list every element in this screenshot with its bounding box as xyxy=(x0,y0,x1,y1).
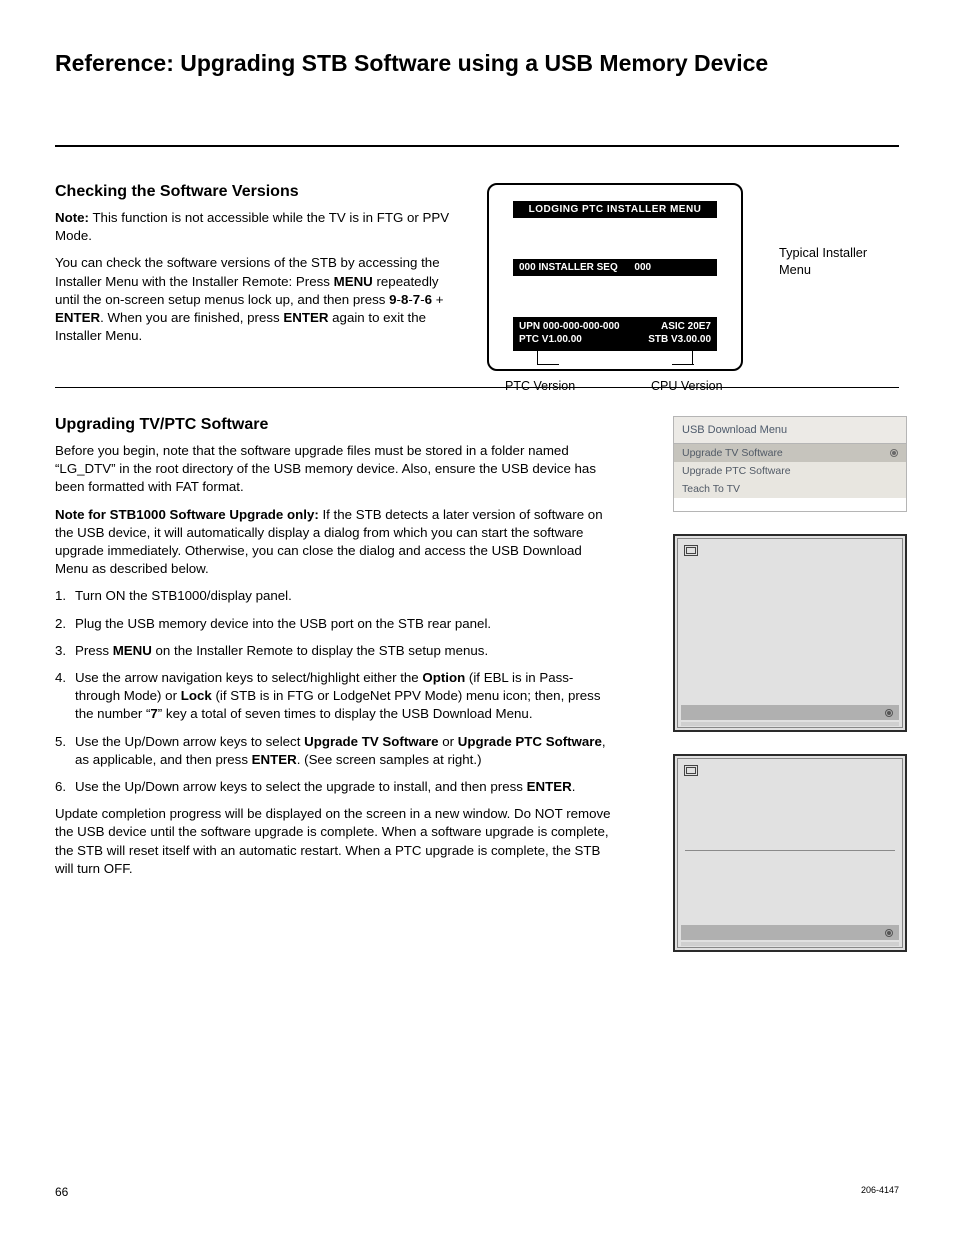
instruction-paragraph: You can check the software versions of t… xyxy=(55,254,453,345)
screen-icon xyxy=(684,765,698,776)
screen-sample-figure xyxy=(673,534,907,732)
thin-divider xyxy=(55,387,899,388)
typical-installer-label: Typical Installer Menu xyxy=(779,245,899,278)
installer-title-bar: LODGING PTC INSTALLER MENU xyxy=(513,201,717,218)
installer-bottom-bar: UPN 000-000-000-000ASIC 20E7 PTC V1.00.0… xyxy=(513,317,717,351)
page-title: Reference: Upgrading STB Software using … xyxy=(55,50,899,77)
paragraph: Update completion progress will be displ… xyxy=(55,805,611,878)
installer-mid-bar: 000 INSTALLER SEQ 000 xyxy=(513,259,717,276)
installer-menu-figure: LODGING PTC INSTALLER MENU 000 INSTALLER… xyxy=(487,183,747,373)
selection-bar xyxy=(681,925,899,940)
note-paragraph: Note: This function is not accessible wh… xyxy=(55,209,453,245)
divider xyxy=(55,145,899,147)
cpu-version-label: CPU Version xyxy=(651,379,723,393)
section-heading-upgrading: Upgrading TV/PTC Software xyxy=(55,416,611,434)
paragraph: Before you begin, note that the software… xyxy=(55,442,611,497)
steps-list: 1.Turn ON the STB1000/display panel. 2.P… xyxy=(55,587,611,796)
page-number: 66 xyxy=(55,1185,68,1199)
radio-icon xyxy=(885,929,893,937)
usb-menu-item: Teach To TV xyxy=(674,480,906,498)
screen-sample-figure xyxy=(673,754,907,952)
radio-icon xyxy=(885,709,893,717)
ptc-version-label: PTC Version xyxy=(505,379,575,393)
document-number: 206-4147 xyxy=(861,1185,899,1199)
note-paragraph: Note for STB1000 Software Upgrade only: … xyxy=(55,506,611,579)
section-heading-checking: Checking the Software Versions xyxy=(55,183,453,201)
usb-menu-item: Upgrade PTC Software xyxy=(674,462,906,480)
usb-menu-title: USB Download Menu xyxy=(674,417,906,443)
usb-menu-item: Upgrade TV Software xyxy=(674,444,906,462)
radio-icon xyxy=(890,449,898,457)
selection-bar xyxy=(681,705,899,720)
usb-download-menu-figure: USB Download Menu Upgrade TV Software Up… xyxy=(673,416,907,512)
screen-icon xyxy=(684,545,698,556)
